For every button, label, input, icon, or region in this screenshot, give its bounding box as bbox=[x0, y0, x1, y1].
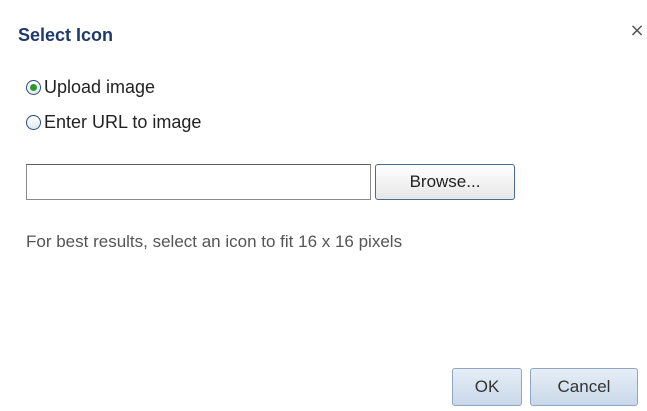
ok-button[interactable]: OK bbox=[452, 368, 522, 406]
enter-url-radio[interactable] bbox=[26, 115, 41, 130]
select-icon-dialog: Select Icon × Upload image Enter URL to … bbox=[0, 0, 647, 411]
cancel-button[interactable]: Cancel bbox=[530, 368, 638, 406]
enter-url-label: Enter URL to image bbox=[44, 112, 202, 132]
size-hint-text: For best results, select an icon to fit … bbox=[26, 232, 403, 251]
dialog-title: Select Icon bbox=[18, 25, 114, 45]
close-icon[interactable]: × bbox=[627, 20, 647, 42]
upload-image-radio[interactable] bbox=[26, 80, 41, 95]
file-path-input[interactable] bbox=[26, 164, 371, 200]
browse-button[interactable]: Browse... bbox=[375, 164, 515, 200]
enter-url-option[interactable]: Enter URL to image bbox=[26, 112, 201, 133]
upload-image-label: Upload image bbox=[44, 77, 156, 97]
upload-image-option[interactable]: Upload image bbox=[26, 77, 155, 98]
